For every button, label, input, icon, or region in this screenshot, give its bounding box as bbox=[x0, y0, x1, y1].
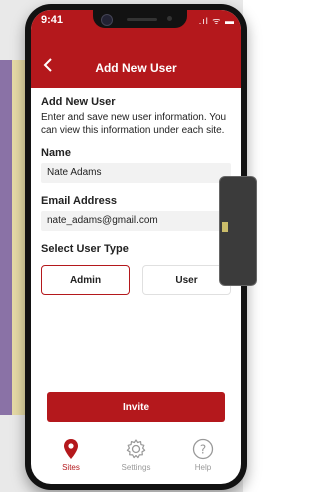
email-label: Email Address bbox=[41, 195, 118, 207]
camera-icon bbox=[101, 14, 113, 26]
invite-button[interactable]: Invite bbox=[47, 392, 225, 422]
sensor-icon bbox=[167, 16, 172, 21]
side-panel-overlay bbox=[219, 176, 257, 286]
tab-sites-label: Sites bbox=[62, 463, 80, 472]
gear-icon bbox=[106, 438, 166, 460]
map-pin-icon bbox=[41, 438, 101, 460]
admin-type-button[interactable]: Admin bbox=[41, 265, 130, 295]
status-icons: .ıl ᯤ ▬ bbox=[198, 16, 235, 26]
navigation-bar: Add New User bbox=[31, 50, 241, 88]
tab-settings[interactable]: Settings bbox=[106, 438, 166, 472]
tab-bar: Sites Settings ? Help bbox=[31, 430, 241, 484]
question-circle-icon: ? bbox=[173, 438, 233, 460]
user-type-options: Admin User bbox=[41, 265, 231, 295]
overlay-tab bbox=[222, 222, 228, 232]
tab-settings-label: Settings bbox=[121, 463, 151, 472]
tab-help-label: Help bbox=[194, 463, 212, 472]
notch bbox=[93, 10, 187, 28]
user-type-label: Select User Type bbox=[41, 243, 129, 255]
form-description: Enter and save new user information. You… bbox=[41, 112, 227, 136]
name-field[interactable]: Nate Adams bbox=[41, 163, 231, 183]
speaker-icon bbox=[127, 18, 157, 21]
status-time: 9:41 bbox=[41, 14, 64, 26]
phone-frame: 9:41 .ıl ᯤ ▬ Add New User Add New User E… bbox=[25, 4, 247, 490]
tab-help[interactable]: ? Help bbox=[173, 438, 233, 472]
background-stripe bbox=[0, 60, 12, 415]
page-title: Add New User bbox=[95, 61, 177, 75]
form-heading: Add New User bbox=[41, 96, 116, 108]
name-label: Name bbox=[41, 147, 71, 159]
status-bar: 9:41 .ıl ᯤ ▬ bbox=[31, 10, 241, 50]
tab-sites[interactable]: Sites bbox=[41, 438, 101, 472]
svg-text:?: ? bbox=[200, 443, 206, 457]
phone-screen: 9:41 .ıl ᯤ ▬ Add New User Add New User E… bbox=[31, 10, 241, 484]
user-type-button[interactable]: User bbox=[142, 265, 231, 295]
email-field[interactable]: nate_adams@gmail.com bbox=[41, 211, 231, 231]
form: Add New User Enter and save new user inf… bbox=[41, 96, 231, 295]
